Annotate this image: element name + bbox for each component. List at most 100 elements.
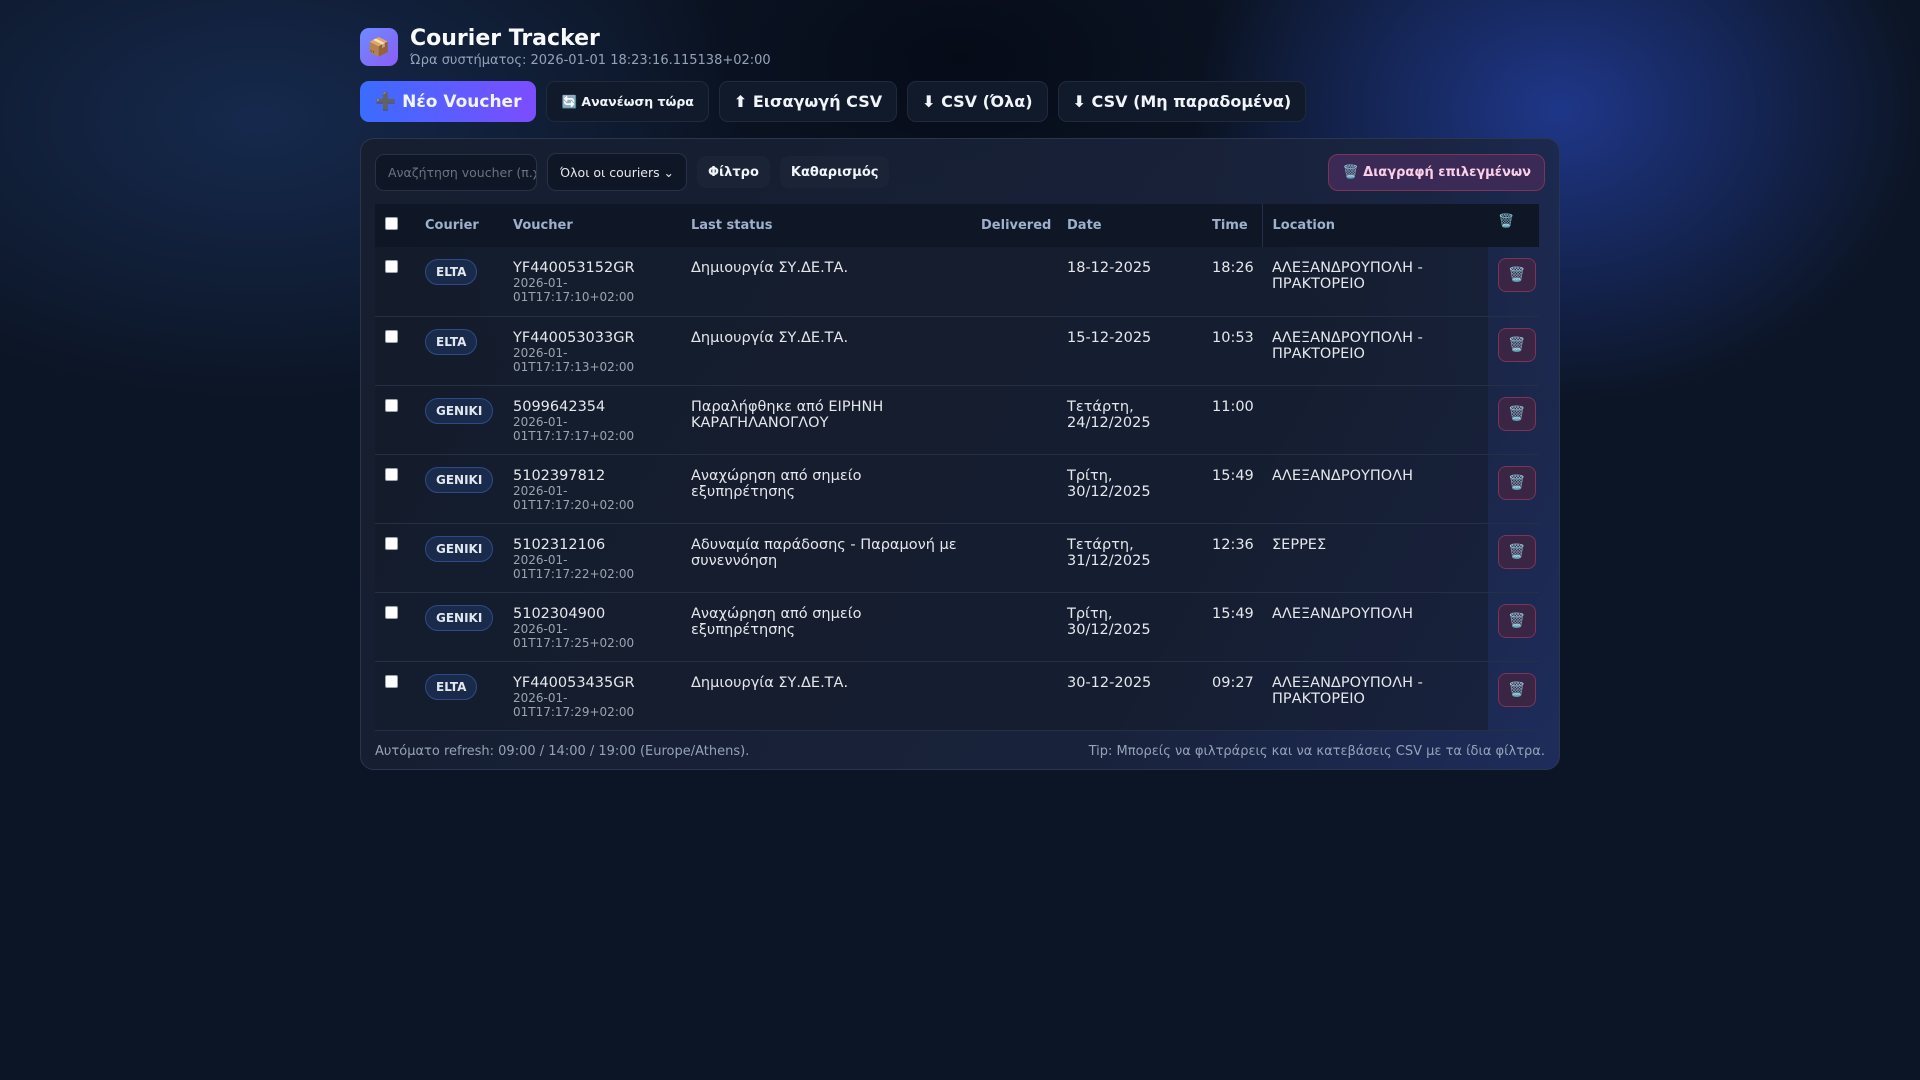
- voucher-cell: 5102312106 2026-01-01T17:17:22+02:00: [503, 523, 681, 593]
- col-voucher: Voucher: [503, 204, 681, 247]
- status-cell: Αναχώρηση από σημείο εξυπηρέτησης: [681, 592, 971, 662]
- date-cell: 18-12-2025: [1057, 247, 1202, 317]
- date-cell: 30-12-2025: [1057, 661, 1202, 731]
- courier-cell: ELTA: [415, 661, 503, 731]
- courier-select[interactable]: Όλοι οι couriers ⌄: [547, 153, 687, 191]
- status-cell: Δημιουργία ΣΥ.ΔΕ.ΤΑ.: [681, 247, 971, 317]
- created-timestamp: 2026-01-01T17:17:20+02:00: [513, 483, 635, 512]
- courier-cell: GENIKI: [415, 385, 503, 455]
- delete-row-button[interactable]: 🗑️: [1498, 396, 1536, 431]
- delete-row-button[interactable]: 🗑️: [1498, 672, 1536, 707]
- courier-cell: GENIKI: [415, 523, 503, 593]
- created-timestamp: 2026-01-01T17:17:22+02:00: [513, 552, 635, 581]
- status-cell: Παραλήφθηκε από ΕΙΡΗΝΗ ΚΑΡΑΓΗΛΑΝΟΓΛΟΥ: [681, 385, 971, 455]
- delete-selected-button[interactable]: 🗑️ Διαγραφή επιλεγμένων: [1328, 153, 1545, 191]
- row-checkbox[interactable]: [385, 398, 398, 412]
- search-input[interactable]: Αναζήτηση voucher (π.χ. 510: [375, 153, 537, 191]
- trash-icon: 🗑️: [1508, 612, 1526, 629]
- time-cell: 15:49: [1202, 454, 1262, 524]
- trash-icon: 🗑️: [1508, 336, 1526, 353]
- table-row: GENIKI 5102304900 2026-01-01T17:17:25+02:…: [375, 592, 1539, 662]
- delete-row-button[interactable]: 🗑️: [1498, 258, 1536, 292]
- select-cell: [375, 316, 415, 386]
- delivered-cell: [971, 523, 1057, 593]
- select-all-cell: [375, 204, 415, 247]
- import-csv-button[interactable]: ⬆ Εισαγωγή CSV: [718, 81, 898, 122]
- new-voucher-button[interactable]: ➕ Νέο Voucher: [360, 81, 537, 122]
- table-row: GENIKI 5102312106 2026-01-01T17:17:22+02:…: [375, 523, 1539, 593]
- table-row: GENIKI 5099642354 2026-01-01T17:17:17+02:…: [375, 385, 1539, 455]
- voucher-cell: 5102397812 2026-01-01T17:17:20+02:00: [503, 454, 681, 524]
- location-cell: ΑΛΕΞΑΝΔΡΟΥΠΟΛΗ - ΠΡΑΚΤΟΡΕΙΟ: [1262, 661, 1488, 731]
- voucher-code: YF440053435GR: [513, 674, 635, 691]
- package-logo-icon: 📦: [360, 28, 398, 66]
- csv-all-button[interactable]: ⬇ CSV (Όλα): [907, 81, 1048, 122]
- status-cell: Αναχώρηση από σημείο εξυπηρέτησης: [681, 454, 971, 524]
- delivered-cell: [971, 247, 1057, 317]
- delete-row-button[interactable]: 🗑️: [1498, 603, 1536, 638]
- refresh-now-button[interactable]: 🔄 Ανανέωση τώρα: [546, 81, 709, 122]
- created-timestamp: 2026-01-01T17:17:25+02:00: [513, 621, 635, 650]
- delete-row-button[interactable]: 🗑️: [1498, 465, 1536, 500]
- row-checkbox[interactable]: [385, 467, 398, 481]
- courier-cell: ELTA: [415, 316, 503, 386]
- vouchers-panel: Αναζήτηση voucher (π.χ. 510 Όλοι οι cour…: [360, 138, 1560, 770]
- location-cell: [1262, 385, 1488, 455]
- delete-cell: 🗑️: [1488, 385, 1539, 455]
- table-row: ELTA YF440053435GR 2026-01-01T17:17:29+02…: [375, 661, 1539, 731]
- courier-cell: GENIKI: [415, 592, 503, 662]
- courier-badge: ELTA: [425, 673, 478, 700]
- clear-button[interactable]: Καθαρισμός: [779, 156, 890, 188]
- time-cell: 15:49: [1202, 592, 1262, 662]
- courier-badge: ELTA: [425, 328, 478, 355]
- courier-cell: GENIKI: [415, 454, 503, 524]
- app: 📦 Courier Tracker Ώρα συστήματος: 2026-0…: [360, 26, 1560, 770]
- select-cell: [375, 247, 415, 317]
- voucher-code: 5102304900: [513, 605, 606, 622]
- delivered-cell: [971, 592, 1057, 662]
- filter-toolbar: Αναζήτηση voucher (π.χ. 510 Όλοι οι cour…: [375, 153, 1545, 191]
- courier-badge: GENIKI: [425, 466, 494, 493]
- date-cell: Τετάρτη, 31/12/2025: [1057, 523, 1202, 593]
- courier-badge: GENIKI: [425, 604, 494, 631]
- trash-icon: 🗑️: [1508, 405, 1526, 422]
- row-checkbox[interactable]: [385, 260, 398, 273]
- location-cell: ΑΛΕΞΑΝΔΡΟΥΠΟΛΗ - ΠΡΑΚΤΟΡΕΙΟ: [1262, 247, 1488, 317]
- delivered-cell: [971, 661, 1057, 731]
- col-delivered: Delivered: [971, 204, 1057, 247]
- voucher-code: 5102312106: [513, 536, 606, 553]
- row-checkbox[interactable]: [385, 674, 398, 688]
- select-cell: [375, 523, 415, 593]
- filter-button[interactable]: Φίλτρο: [697, 156, 770, 188]
- trash-icon: 🗑️: [1508, 681, 1526, 698]
- voucher-code: 5102397812: [513, 467, 606, 484]
- courier-select-value: Όλοι οι couriers: [560, 164, 660, 180]
- location-cell: ΣΕΡΡΕΣ: [1262, 523, 1488, 593]
- voucher-cell: YF440053435GR 2026-01-01T17:17:29+02:00: [503, 661, 681, 731]
- delete-cell: 🗑️: [1488, 454, 1539, 524]
- delete-row-button[interactable]: 🗑️: [1498, 327, 1536, 362]
- delete-cell: 🗑️: [1488, 661, 1539, 731]
- time-cell: 11:00: [1202, 385, 1262, 455]
- date-cell: Τετάρτη, 24/12/2025: [1057, 385, 1202, 455]
- voucher-cell: YF440053033GR 2026-01-01T17:17:13+02:00: [503, 316, 681, 386]
- table-header: Courier Voucher Last status Delivered Da…: [375, 204, 1539, 247]
- col-last-status: Last status: [681, 204, 971, 247]
- courier-cell: ELTA: [415, 247, 503, 317]
- delete-row-button[interactable]: 🗑️: [1498, 534, 1536, 569]
- row-checkbox[interactable]: [385, 605, 398, 619]
- csv-undelivered-button[interactable]: ⬇ CSV (Μη παραδομένα): [1057, 81, 1307, 122]
- time-cell: 09:27: [1202, 661, 1262, 731]
- select-cell: [375, 454, 415, 524]
- status-cell: Αδυναμία παράδοσης - Παραμονή με συνεννό…: [681, 523, 971, 593]
- col-time: Time: [1202, 204, 1262, 247]
- created-timestamp: 2026-01-01T17:17:17+02:00: [513, 414, 635, 443]
- row-checkbox[interactable]: [385, 329, 398, 343]
- trash-icon: 🗑️: [1508, 474, 1526, 491]
- delivered-cell: [971, 316, 1057, 386]
- auto-refresh-note: Αυτόματο refresh: 09:00 / 14:00 / 19:00 …: [375, 743, 750, 759]
- tip-note: Tip: Μπορείς να φιλτράρεις και να κατεβά…: [1088, 743, 1545, 759]
- select-all-checkbox[interactable]: [385, 217, 398, 230]
- chevron-down-icon: ⌄: [663, 164, 674, 180]
- row-checkbox[interactable]: [385, 536, 398, 550]
